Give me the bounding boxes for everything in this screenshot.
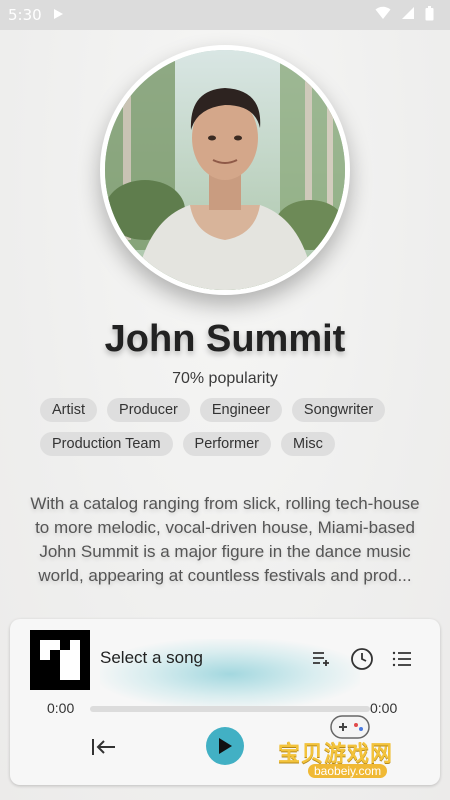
artist-bio[interactable]: With a catalog ranging from slick, rolli… — [22, 492, 428, 588]
status-bar: 5:30 — [0, 0, 450, 30]
signal-icon — [401, 6, 415, 24]
artist-avatar — [105, 50, 345, 290]
battery-icon — [425, 5, 434, 25]
wifi-icon — [375, 6, 391, 24]
elapsed-time: 0:00 — [47, 700, 75, 716]
skip-previous-icon — [92, 739, 115, 755]
tag-chip[interactable]: Producer — [107, 398, 190, 422]
tag-chip[interactable]: Songwriter — [291, 398, 386, 422]
play-button[interactable] — [206, 727, 244, 765]
history-icon[interactable] — [350, 647, 374, 671]
song-title[interactable]: Select a song — [100, 648, 203, 668]
skip-previous-button[interactable] — [90, 733, 118, 761]
artist-role-tags: Artist Producer Engineer Songwriter Prod… — [40, 398, 420, 456]
queue-list-icon[interactable] — [390, 647, 414, 671]
tag-chip[interactable]: Production Team — [40, 432, 173, 456]
tag-chip[interactable]: Artist — [40, 398, 98, 422]
media-notification-icon — [52, 6, 64, 24]
watermark-logo: 宝贝游戏网 baobeiy.com — [270, 706, 440, 786]
play-icon — [219, 738, 232, 754]
queue-add-icon[interactable] — [310, 647, 334, 671]
artist-photo-illustration — [105, 50, 345, 290]
artist-popularity: 70% popularity — [172, 370, 278, 387]
tag-chip[interactable]: Misc — [281, 432, 335, 456]
album-art-placeholder[interactable] — [30, 630, 90, 690]
watermark-url: baobeiy.com — [308, 764, 388, 778]
status-time: 5:30 — [8, 6, 42, 24]
artist-avatar-frame — [100, 45, 350, 295]
tag-chip[interactable]: Performer — [182, 432, 272, 456]
artist-name: John Summit — [104, 318, 346, 360]
tag-chip[interactable]: Engineer — [199, 398, 282, 422]
